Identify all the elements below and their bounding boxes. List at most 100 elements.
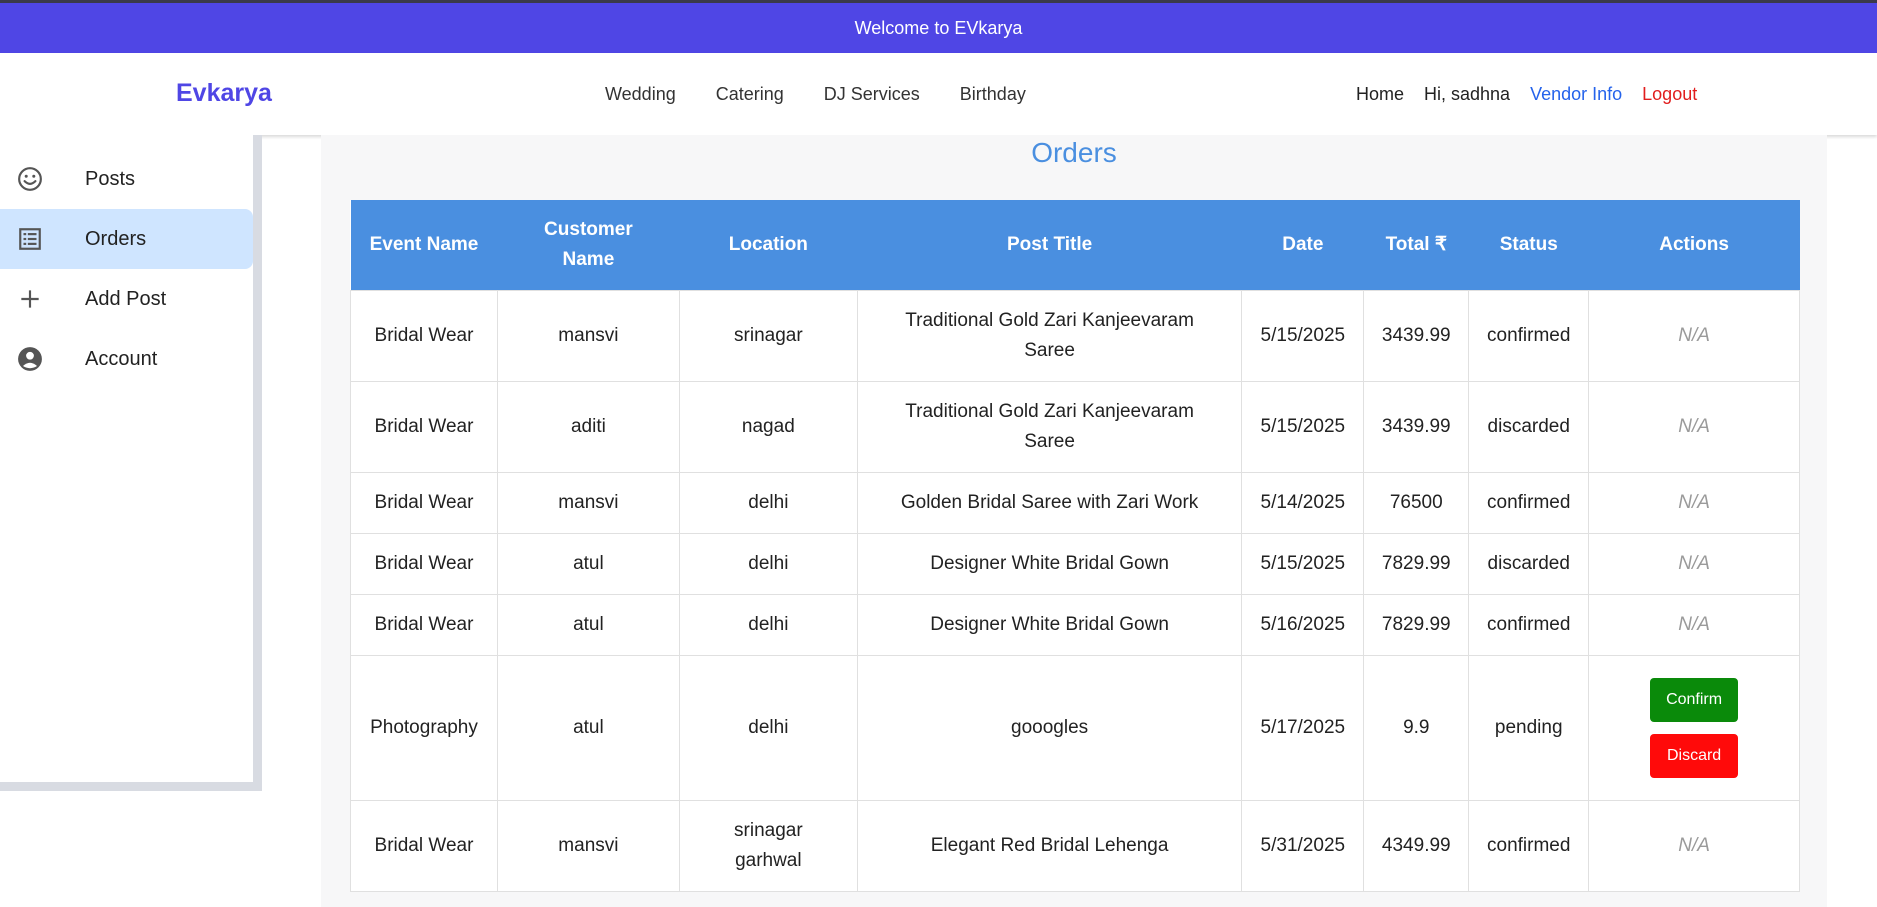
cell-location: delhi bbox=[678, 654, 858, 801]
cell-event: Bridal Wear bbox=[350, 532, 498, 595]
orders-table: Event Name Customer Name Location Post T… bbox=[350, 200, 1800, 892]
cell-post-title: gooogles bbox=[856, 654, 1243, 801]
cell-action-na: N/A bbox=[1588, 532, 1800, 595]
sidebar-item-label: Account bbox=[85, 347, 158, 370]
nav-wedding[interactable]: Wedding bbox=[605, 84, 676, 105]
nav-catering[interactable]: Catering bbox=[716, 84, 784, 105]
cell-action-na: N/A bbox=[1588, 593, 1800, 656]
table-row: Photography atul delhi gooogles 5/17/202… bbox=[350, 654, 1800, 801]
logout-link[interactable]: Logout bbox=[1642, 84, 1697, 105]
navbar: Evkarya Wedding Catering DJ Services Bir… bbox=[0, 53, 1877, 135]
cell-status: discarded bbox=[1468, 532, 1590, 595]
cell-status: pending bbox=[1468, 654, 1590, 801]
user-nav: Home Hi, sadhna Vendor Info Logout bbox=[1356, 84, 1697, 105]
cell-customer: atul bbox=[496, 654, 680, 801]
col-customer-name-label: Customer Name bbox=[544, 218, 633, 270]
cell-total: 4349.99 bbox=[1363, 799, 1470, 892]
cell-event: Bridal Wear bbox=[350, 471, 498, 534]
sidebar-item-label: Orders bbox=[85, 227, 147, 250]
cell-event: Bridal Wear bbox=[350, 380, 498, 473]
sidebar: Posts Orders Add Post Account bbox=[0, 135, 262, 791]
cell-location: nagad bbox=[678, 380, 858, 473]
sidebar-item-label: Add Post bbox=[85, 287, 167, 310]
cell-action-na: N/A bbox=[1588, 799, 1800, 892]
table-row: Bridal Wear mansvi delhi Golden Bridal S… bbox=[350, 471, 1800, 534]
user-greeting: Hi, sadhna bbox=[1424, 84, 1511, 104]
nav-birthday[interactable]: Birthday bbox=[960, 84, 1026, 105]
cell-actions: Confirm Discard bbox=[1588, 654, 1800, 801]
cell-action-na: N/A bbox=[1588, 471, 1800, 534]
col-location: Location bbox=[679, 200, 858, 290]
cell-customer: atul bbox=[496, 532, 680, 595]
cell-post-title: Traditional Gold Zari Kanjeevaram Saree bbox=[856, 380, 1243, 473]
cell-event: Bridal Wear bbox=[350, 289, 498, 382]
cell-post-title-text: Traditional Gold Zari Kanjeevaram Saree bbox=[905, 400, 1194, 452]
confirm-button[interactable]: Confirm bbox=[1650, 677, 1739, 722]
cell-status: confirmed bbox=[1468, 799, 1590, 892]
cell-status: confirmed bbox=[1468, 289, 1590, 382]
sidebar-item-label: Posts bbox=[85, 167, 136, 190]
sidebar-item-add-post[interactable]: Add Post bbox=[0, 269, 253, 329]
table-header-row: Event Name Customer Name Location Post T… bbox=[350, 200, 1800, 290]
table-row: Bridal Wear mansvi srinagar Traditional … bbox=[350, 289, 1800, 382]
cell-date: 5/14/2025 bbox=[1241, 471, 1365, 534]
welcome-text: Welcome to EVkarya bbox=[854, 17, 1023, 38]
cell-total: 9.9 bbox=[1363, 654, 1470, 801]
cell-event: Photography bbox=[350, 654, 498, 801]
cell-event: Bridal Wear bbox=[350, 799, 498, 892]
cell-total: 76500 bbox=[1363, 471, 1470, 534]
table-row: Bridal Wear atul delhi Designer White Br… bbox=[350, 593, 1800, 656]
cell-date: 5/17/2025 bbox=[1241, 654, 1365, 801]
list-icon bbox=[19, 228, 41, 250]
cell-date: 5/16/2025 bbox=[1241, 593, 1365, 656]
table-row: Bridal Wear atul delhi Designer White Br… bbox=[350, 532, 1800, 595]
cell-post-title: Designer White Bridal Gown bbox=[856, 532, 1243, 595]
cell-event: Bridal Wear bbox=[350, 593, 498, 656]
col-total: Total ₹ bbox=[1363, 200, 1469, 290]
col-date: Date bbox=[1241, 200, 1364, 290]
cell-post-title: Elegant Red Bridal Lehenga bbox=[856, 799, 1243, 892]
cell-location: delhi bbox=[678, 532, 858, 595]
cell-date: 5/15/2025 bbox=[1241, 289, 1365, 382]
cell-location: delhi bbox=[678, 593, 858, 656]
smiley-icon bbox=[18, 167, 42, 191]
cell-date: 5/15/2025 bbox=[1241, 532, 1365, 595]
cell-post-title: Traditional Gold Zari Kanjeevaram Saree bbox=[856, 289, 1243, 382]
cell-total: 3439.99 bbox=[1363, 289, 1470, 382]
page-title: Orders bbox=[1031, 137, 1117, 168]
welcome-banner: Welcome to EVkarya bbox=[0, 3, 1877, 53]
cell-location: srinagar garhwal bbox=[678, 799, 858, 892]
cell-location: srinagar bbox=[678, 289, 858, 382]
col-customer-name: Customer Name bbox=[497, 200, 680, 290]
cell-post-title: Golden Bridal Saree with Zari Work bbox=[856, 471, 1243, 534]
cell-post-title: Designer White Bridal Gown bbox=[856, 593, 1243, 656]
cell-customer: aditi bbox=[496, 380, 680, 473]
table-row: Bridal Wear mansvi srinagar garhwal Eleg… bbox=[350, 799, 1800, 892]
table-row: Bridal Wear aditi nagad Traditional Gold… bbox=[350, 380, 1800, 473]
nav-home[interactable]: Home bbox=[1356, 84, 1404, 105]
sidebar-item-posts[interactable]: Posts bbox=[0, 149, 253, 209]
main-content: Orders Event Name Customer Name Location… bbox=[321, 135, 1827, 907]
cell-total: 7829.99 bbox=[1363, 532, 1470, 595]
nav-dj-services[interactable]: DJ Services bbox=[824, 84, 920, 105]
cell-post-title-text: Traditional Gold Zari Kanjeevaram Saree bbox=[905, 309, 1194, 361]
cell-customer: mansvi bbox=[496, 471, 680, 534]
cell-action-na: N/A bbox=[1588, 380, 1800, 473]
category-nav: Wedding Catering DJ Services Birthday bbox=[605, 84, 1026, 105]
cell-total: 3439.99 bbox=[1363, 380, 1470, 473]
cell-customer: mansvi bbox=[496, 289, 680, 382]
cell-customer: mansvi bbox=[496, 799, 680, 892]
nav-vendor-info[interactable]: Vendor Info bbox=[1530, 84, 1622, 105]
col-event-name: Event Name bbox=[350, 200, 498, 290]
sidebar-item-orders[interactable]: Orders bbox=[0, 209, 253, 269]
col-actions: Actions bbox=[1588, 200, 1800, 290]
brand-logo[interactable]: Evkarya bbox=[176, 79, 272, 108]
cell-location-text: srinagar garhwal bbox=[734, 819, 803, 871]
sidebar-item-account[interactable]: Account bbox=[0, 329, 253, 389]
cell-date: 5/31/2025 bbox=[1241, 799, 1365, 892]
col-status: Status bbox=[1468, 200, 1589, 290]
cell-customer: atul bbox=[496, 593, 680, 656]
cell-date: 5/15/2025 bbox=[1241, 380, 1365, 473]
discard-button[interactable]: Discard bbox=[1650, 733, 1739, 778]
cell-status: discarded bbox=[1468, 380, 1590, 473]
